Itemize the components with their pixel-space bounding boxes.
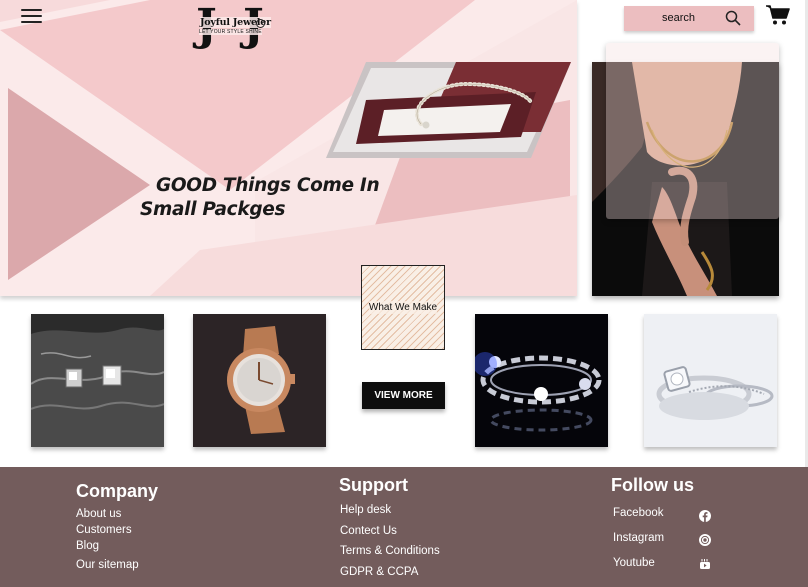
product-card[interactable] — [31, 314, 164, 447]
facebook-icon[interactable] — [699, 510, 711, 522]
what-we-make-text: What We Make — [368, 301, 438, 314]
model-photo-overlay — [606, 43, 779, 219]
shopping-cart-icon[interactable] — [766, 4, 790, 26]
footer-support-title: Support — [339, 475, 408, 495]
footer-link-terms[interactable]: Terms & Conditions — [340, 545, 440, 557]
what-we-make-label: What We Make — [361, 265, 445, 350]
footer-link-instagram[interactable]: Instagram — [613, 532, 664, 544]
footer-link-about-us[interactable]: About us — [76, 508, 121, 520]
view-more-button[interactable]: VIEW MORE — [362, 382, 445, 409]
menu-line — [21, 15, 42, 17]
logo-tagline: LET YOUR STYLE SHINE — [199, 29, 262, 35]
brand-logo[interactable]: J J Joyful Jeweler LET YOUR STYLE SHINE — [193, 3, 273, 53]
earrings-image — [31, 314, 164, 447]
footer: Company About us Customers Blog Our site… — [0, 467, 808, 587]
product-card[interactable] — [475, 314, 608, 447]
hero-banner: J J Joyful Jeweler LET YOUR STYLE SHINE … — [0, 0, 577, 296]
hero-headline: GOOD Things Come In Small Packges — [140, 174, 380, 222]
hero-headline-line1: GOOD Things Come In — [156, 175, 380, 196]
footer-link-sitemap[interactable]: Our sitemap — [76, 559, 139, 571]
youtube-icon[interactable] — [699, 558, 711, 570]
footer-link-blog[interactable]: Blog — [76, 540, 99, 552]
footer-link-help-desk[interactable]: Help desk — [340, 504, 391, 516]
product-card[interactable] — [193, 314, 326, 447]
ring-icon — [256, 19, 265, 28]
hero-headline-line2: Small Packges — [140, 199, 286, 220]
watch-image — [193, 314, 326, 447]
bracelet-image — [475, 314, 608, 447]
footer-link-youtube[interactable]: Youtube — [613, 557, 655, 569]
footer-link-facebook[interactable]: Facebook — [613, 507, 664, 519]
footer-link-contact-us[interactable]: Contect Us — [340, 525, 397, 537]
menu-line — [21, 21, 42, 23]
footer-company-title: Company — [76, 481, 159, 501]
product-card[interactable] — [644, 314, 777, 447]
search-placeholder: search — [662, 12, 696, 24]
pearl-necklace-image — [326, 62, 571, 158]
menu-line — [21, 9, 42, 11]
menu-button[interactable] — [21, 9, 42, 24]
footer-link-gdpr[interactable]: GDPR & CCPA — [340, 566, 418, 578]
search-icon[interactable] — [725, 10, 741, 26]
rings-image — [644, 314, 777, 447]
footer-link-customers[interactable]: Customers — [76, 524, 132, 536]
search-input[interactable]: search — [624, 6, 754, 31]
instagram-icon[interactable] — [699, 534, 711, 546]
footer-follow-title: Follow us — [611, 475, 694, 495]
